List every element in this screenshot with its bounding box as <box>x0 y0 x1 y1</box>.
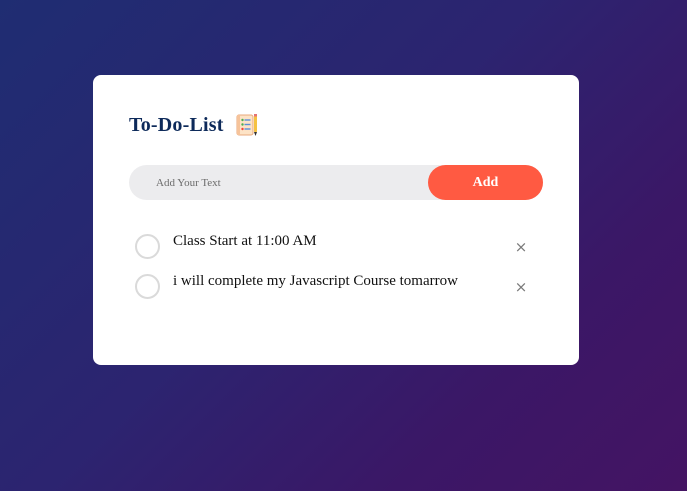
checkbox-circle-icon[interactable] <box>135 234 160 259</box>
app-title: To-Do-List <box>129 113 224 136</box>
task-item[interactable]: Class Start at 11:00 AM × <box>135 231 535 271</box>
task-text[interactable]: i will complete my Javascript Course tom… <box>173 271 458 291</box>
todo-card: To-Do-List Add Class Start at 11:00 <box>93 75 579 365</box>
close-icon[interactable]: × <box>511 237 531 257</box>
notepad-checklist-icon <box>234 112 260 138</box>
add-button[interactable]: Add <box>428 165 543 200</box>
close-icon[interactable]: × <box>511 277 531 297</box>
add-task-form: Add <box>129 164 543 201</box>
task-item[interactable]: i will complete my Javascript Course tom… <box>135 271 535 311</box>
task-list: Class Start at 11:00 AM × i will complet… <box>135 231 535 311</box>
task-text[interactable]: Class Start at 11:00 AM <box>173 231 317 251</box>
checkbox-circle-icon[interactable] <box>135 274 160 299</box>
title-row: To-Do-List <box>129 111 260 139</box>
